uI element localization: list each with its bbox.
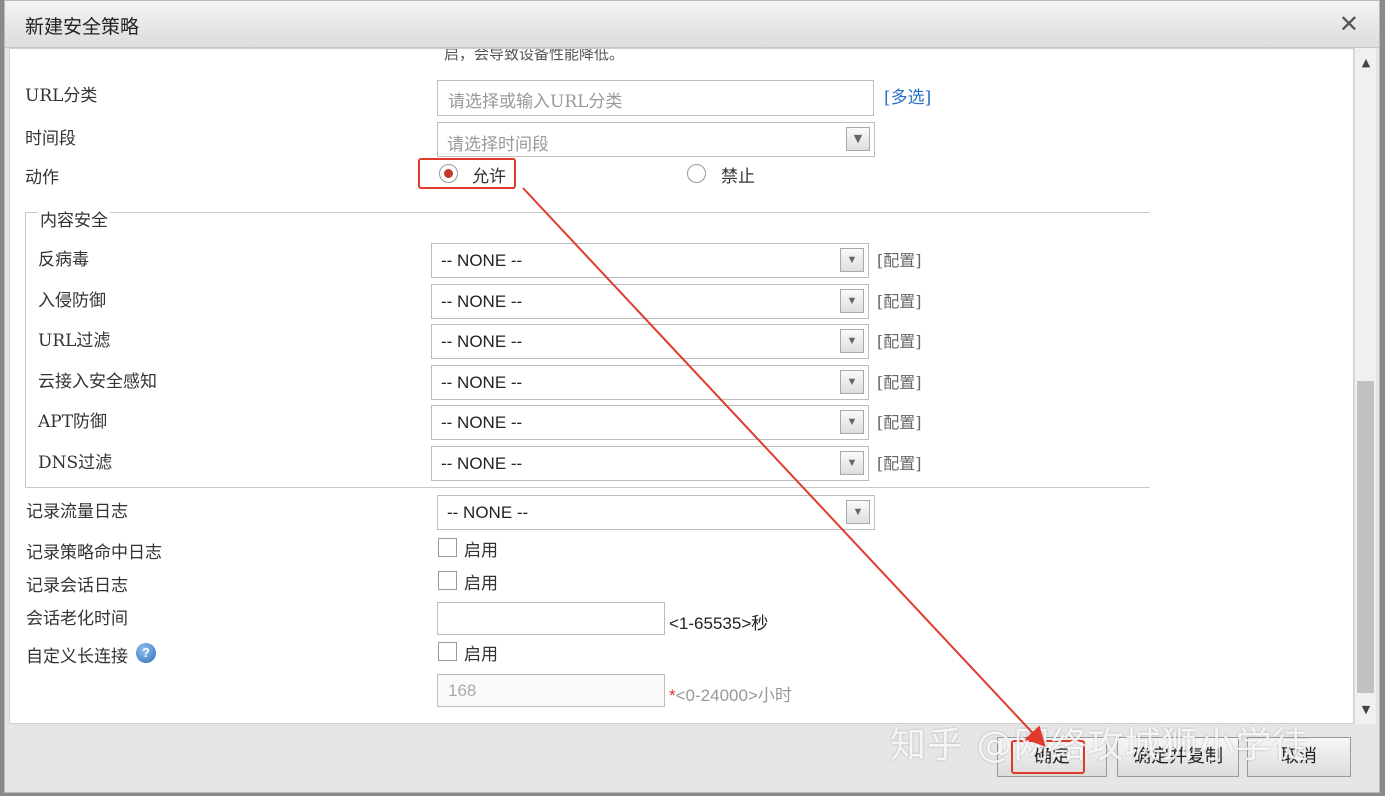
annotation-arrow xyxy=(522,187,1046,747)
